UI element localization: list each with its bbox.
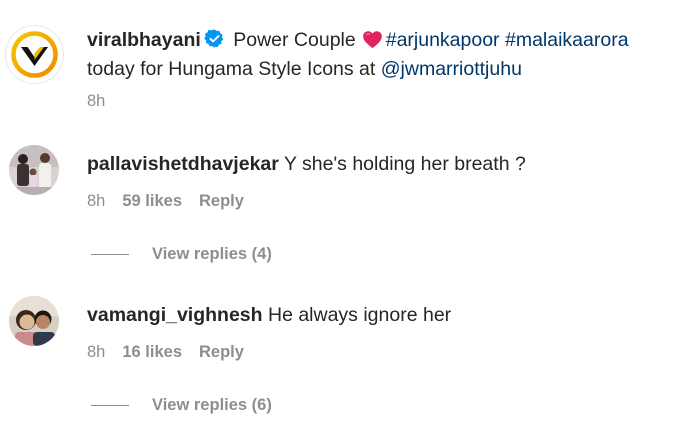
comment-line: vamangi_vighnesh He always ignore her (87, 302, 451, 328)
comment-avatar[interactable] (9, 296, 59, 346)
comment-avatar[interactable] (9, 145, 59, 195)
mention-jwmarriottjuhu-link[interactable]: @jwmarriottjuhu (381, 58, 522, 80)
view-replies-label: View replies (6) (152, 395, 272, 414)
family-photo-avatar (9, 145, 59, 195)
viralbhayani-logo-icon (8, 28, 61, 81)
comment-username[interactable]: pallavishetdhavjekar (87, 153, 279, 175)
comment-text: He always ignore her (267, 304, 452, 326)
hashtag-arjunkapoor-link[interactable]: #arjunkapoor (386, 29, 500, 51)
hashtag-malaikaarora-link[interactable]: #malaikaarora (505, 29, 629, 51)
comment-meta: 8h 59 likes Reply (87, 192, 261, 211)
comment-username[interactable]: vamangi_vighnesh (87, 304, 263, 326)
comment-timestamp[interactable]: 8h (87, 192, 105, 210)
replies-divider (91, 253, 129, 255)
caption-line-1: viralbhayani Power Couple #arjunkapoor #m… (87, 27, 629, 53)
comment-line: pallavishetdhavjekar Y she's holding her… (87, 151, 526, 177)
view-replies-button[interactable]: View replies (6) (91, 394, 272, 416)
reply-button[interactable]: Reply (199, 343, 244, 361)
comment-timestamp[interactable]: 8h (87, 343, 105, 361)
caption-line-2: today for Hungama Style Icons at @jwmarr… (87, 56, 522, 82)
comment-likes-count[interactable]: 59 likes (122, 192, 182, 210)
replies-divider (91, 404, 129, 406)
caption-avatar[interactable] (6, 26, 63, 83)
view-replies-label: View replies (4) (152, 244, 272, 263)
caption-text-1: Power Couple (233, 29, 356, 51)
red-heart-emoji-icon (362, 30, 383, 49)
reply-button[interactable]: Reply (199, 192, 244, 210)
caption-text-2: today for Hungama Style Icons at (87, 58, 376, 80)
view-replies-button[interactable]: View replies (4) (91, 243, 272, 265)
caption-timestamp[interactable]: 8h (87, 92, 105, 110)
comment-likes-count[interactable]: 16 likes (122, 343, 182, 361)
couple-photo-avatar (9, 296, 59, 346)
caption-meta: 8h (87, 92, 122, 111)
caption-username[interactable]: viralbhayani (87, 29, 201, 51)
verified-badge-icon (204, 28, 225, 49)
comment-text: Y she's holding her breath ? (283, 153, 526, 175)
comment-meta: 8h 16 likes Reply (87, 343, 261, 362)
